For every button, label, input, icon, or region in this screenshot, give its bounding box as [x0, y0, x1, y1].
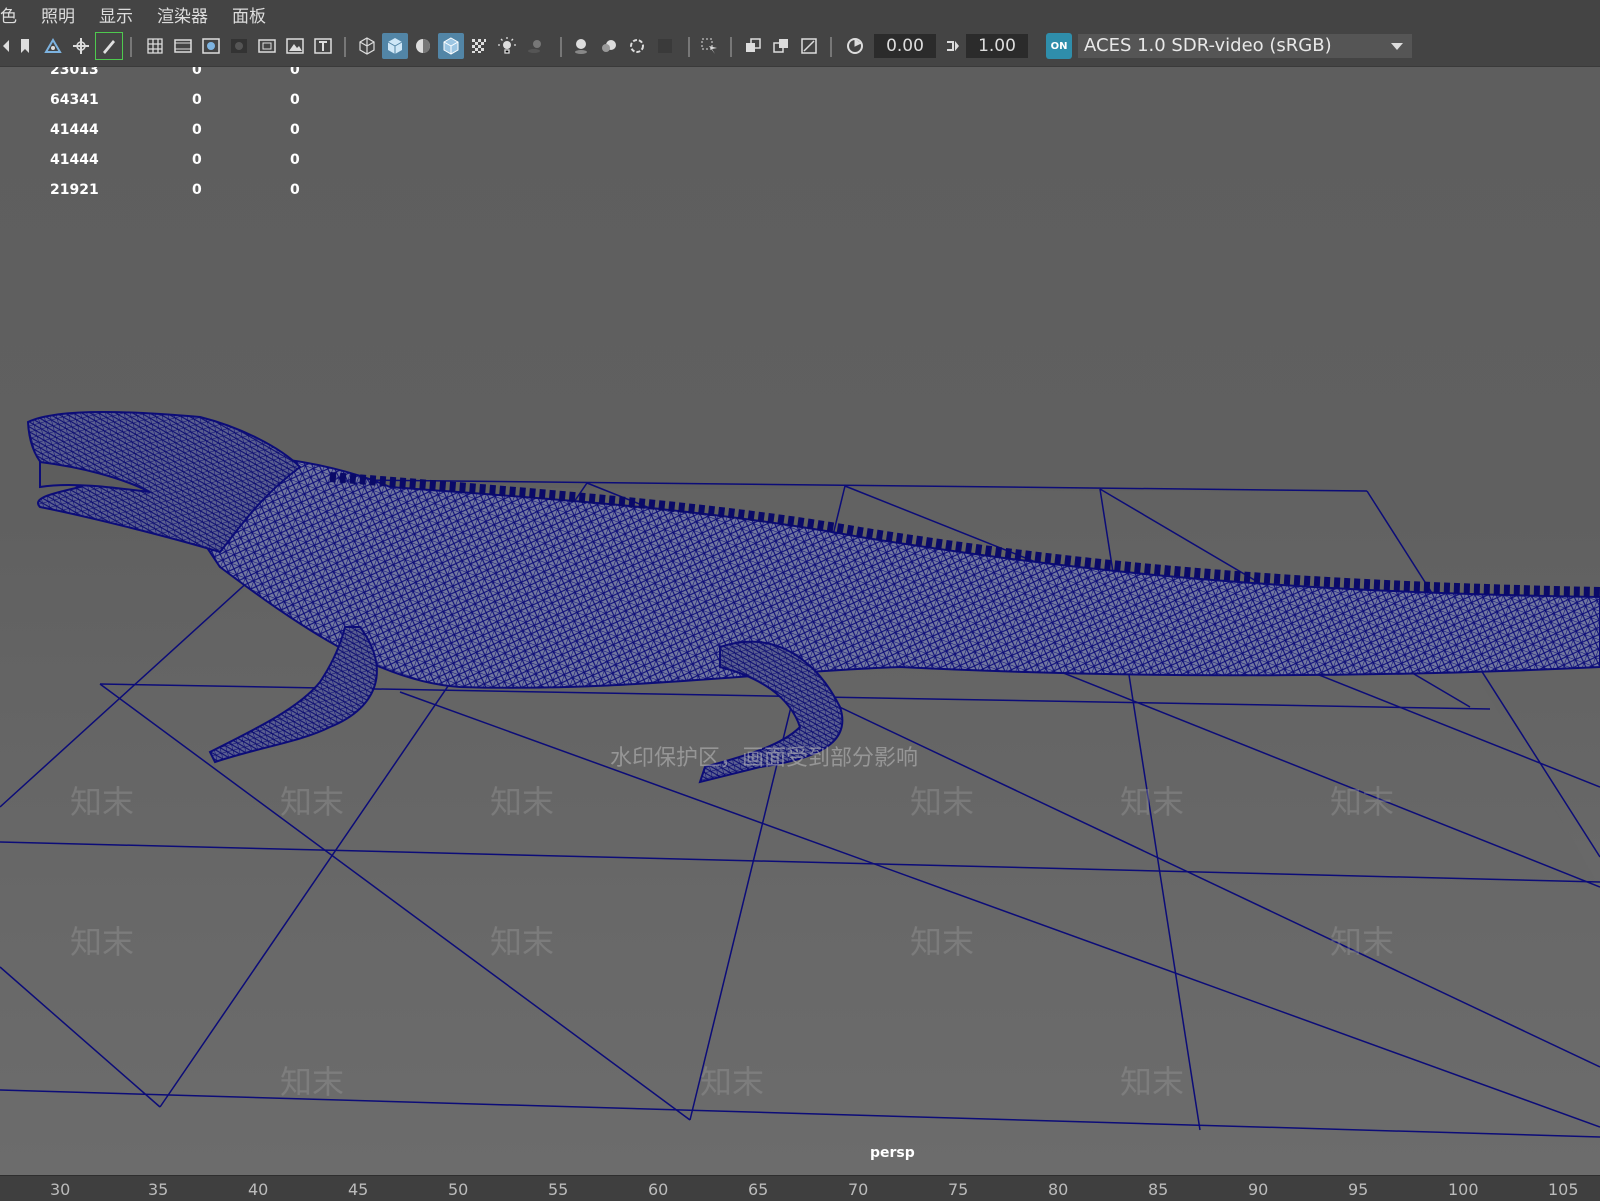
hud-value: 0 [290, 122, 300, 138]
watermark: 水印保护区，画面受到部分影响 [610, 746, 918, 771]
watermark-mark: 知末 [280, 1063, 345, 1101]
separator [688, 37, 690, 57]
scene-canvas: 水印保护区，画面受到部分影响 [0, 411, 1600, 1175]
hud-value: 23013 [50, 67, 99, 78]
xray-active-icon[interactable] [768, 33, 794, 59]
timeline-tick: 90 [1248, 1180, 1269, 1199]
motion-blur-icon[interactable] [596, 33, 622, 59]
color-management-badge: ON [1050, 40, 1068, 52]
exposure-field[interactable]: 0.00 [874, 34, 936, 58]
xray-icon[interactable] [466, 33, 492, 59]
viewport-toolbar: 0.00 1.00 ON ACES 1.0 SDR-video (sRGB) [0, 28, 1600, 67]
watermark-banner: 水印保护区，画面受到部分影响 [610, 746, 918, 771]
timeline-tick: 60 [648, 1180, 669, 1199]
gate-mask-icon[interactable] [226, 33, 252, 59]
watermark-mark: 知末 [70, 783, 135, 821]
menu-show[interactable]: 显示 [87, 2, 145, 27]
watermark-mark: 知末 [70, 923, 135, 961]
timeline-tick: 70 [848, 1180, 869, 1199]
timeline-tick: 35 [148, 1180, 169, 1199]
menu-lighting[interactable]: 照明 [29, 2, 87, 27]
watermark-mark: 知末 [1330, 783, 1395, 821]
menu-shading[interactable]: 色 [0, 2, 29, 27]
timeline-tick: 45 [348, 1180, 369, 1199]
menu-bar: 色 照明 显示 渲染器 面板 [0, 0, 1600, 28]
separator [730, 37, 732, 57]
timeline-tick: 85 [1148, 1180, 1169, 1199]
film-gate-icon[interactable] [170, 33, 196, 59]
watermark-mark: 知末 [1120, 1063, 1185, 1101]
hud-value: 0 [192, 67, 202, 78]
watermark-mark: 知末 [280, 783, 345, 821]
watermark-mark: 知末 [700, 1063, 765, 1101]
field-chart-icon[interactable] [254, 33, 280, 59]
separator [830, 37, 832, 57]
safe-action-icon[interactable] [282, 33, 308, 59]
chevron-down-icon[interactable] [1382, 34, 1412, 58]
hud-value: 0 [290, 182, 300, 198]
wireframe-icon[interactable] [354, 33, 380, 59]
gamma-icon[interactable] [940, 33, 966, 59]
xray-joints-icon[interactable] [740, 33, 766, 59]
camera-prev-icon[interactable] [0, 33, 12, 59]
watermark-mark: 知末 [1330, 923, 1395, 961]
default-material-icon[interactable] [410, 33, 436, 59]
watermark-mark: 知末 [490, 783, 555, 821]
timeline-tick: 80 [1048, 1180, 1069, 1199]
screen-space-ao-icon[interactable] [568, 33, 594, 59]
shadows-icon[interactable] [522, 33, 548, 59]
hud-value: 64341 [50, 92, 99, 108]
timeline-tick: 75 [948, 1180, 969, 1199]
resolution-gate-icon[interactable] [198, 33, 224, 59]
anti-aliasing-icon[interactable] [624, 33, 650, 59]
safe-title-icon[interactable] [310, 33, 336, 59]
grid-icon[interactable] [142, 33, 168, 59]
color-space-select[interactable]: ACES 1.0 SDR-video (sRGB) [1078, 34, 1410, 58]
timeline-tick: 55 [548, 1180, 569, 1199]
separator [130, 37, 132, 57]
watermark-mark: 知末 [910, 783, 975, 821]
watermark-mark: 知末 [910, 923, 975, 961]
timeline-tick: 40 [248, 1180, 269, 1199]
menu-renderer[interactable]: 渲染器 [145, 2, 220, 27]
menu-panels[interactable]: 面板 [220, 2, 278, 27]
hud-value: 0 [192, 122, 202, 138]
move-tool-icon[interactable] [68, 33, 94, 59]
backface-icon[interactable] [796, 33, 822, 59]
color-management-icon[interactable]: ON [1046, 33, 1072, 59]
timeline-tick: 30 [50, 1180, 71, 1199]
hud-value: 0 [192, 92, 202, 108]
hud-value: 0 [290, 67, 300, 78]
depth-of-field-icon[interactable] [652, 33, 678, 59]
hud-value: 0 [290, 152, 300, 168]
separator [344, 37, 346, 57]
timeline-tick: 65 [748, 1180, 769, 1199]
watermark-mark: 知末 [490, 923, 555, 961]
wireframe-on-shaded-icon[interactable] [438, 33, 464, 59]
smooth-shade-icon[interactable] [382, 33, 408, 59]
hud-value: 0 [192, 152, 202, 168]
lighting-icon[interactable] [494, 33, 520, 59]
grease-pencil-icon[interactable] [95, 32, 123, 60]
gamma-field[interactable]: 1.00 [966, 34, 1028, 58]
timeline-tick: 50 [448, 1180, 469, 1199]
hud-value: 41444 [50, 152, 99, 168]
camera-attr-icon[interactable] [40, 33, 66, 59]
watermark-mark: 知末 [1120, 783, 1185, 821]
timeline-tick: 105 [1548, 1180, 1579, 1199]
camera-label: persp [870, 1145, 915, 1161]
separator [560, 37, 562, 57]
persp-viewport[interactable]: 水印保护区，画面受到部分影响 23013 0 0 64341 0 0 41444… [0, 67, 1600, 1175]
time-slider[interactable]: 30 35 40 45 50 55 60 65 70 75 80 85 90 9… [0, 1175, 1600, 1201]
hud-value: 0 [192, 182, 202, 198]
hud-value: 21921 [50, 182, 99, 198]
timeline-tick: 95 [1348, 1180, 1369, 1199]
timeline-tick: 100 [1448, 1180, 1479, 1199]
hud-value: 41444 [50, 122, 99, 138]
isolate-select-icon[interactable] [696, 33, 722, 59]
exposure-icon[interactable] [842, 33, 868, 59]
hud-value: 0 [290, 92, 300, 108]
bookmark-icon[interactable] [12, 33, 38, 59]
